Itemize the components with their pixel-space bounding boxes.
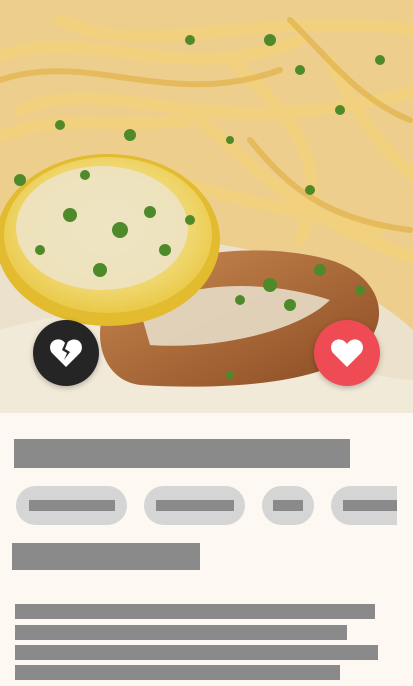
description-line-placeholder — [15, 604, 375, 619]
recipe-title-placeholder — [14, 439, 350, 468]
description-line-placeholder — [15, 625, 347, 640]
tag-chip[interactable] — [144, 486, 245, 525]
heart-icon — [331, 339, 363, 367]
tag-chip[interactable] — [262, 486, 314, 525]
recipe-details — [0, 413, 413, 686]
tag-chip-label-placeholder — [155, 500, 234, 511]
broken-heart-icon — [50, 339, 82, 367]
like-button[interactable] — [314, 320, 380, 386]
tag-chip-label-placeholder — [343, 500, 397, 511]
tag-chip-row — [16, 486, 397, 525]
description-line-placeholder — [15, 665, 340, 680]
dislike-button[interactable] — [33, 320, 99, 386]
section-heading-placeholder — [12, 543, 200, 570]
tag-chip-label-placeholder — [273, 500, 303, 511]
tag-chip[interactable] — [16, 486, 127, 525]
tag-chip-label-placeholder — [28, 500, 115, 511]
description-line-placeholder — [15, 645, 378, 660]
tag-chip[interactable] — [331, 486, 397, 525]
